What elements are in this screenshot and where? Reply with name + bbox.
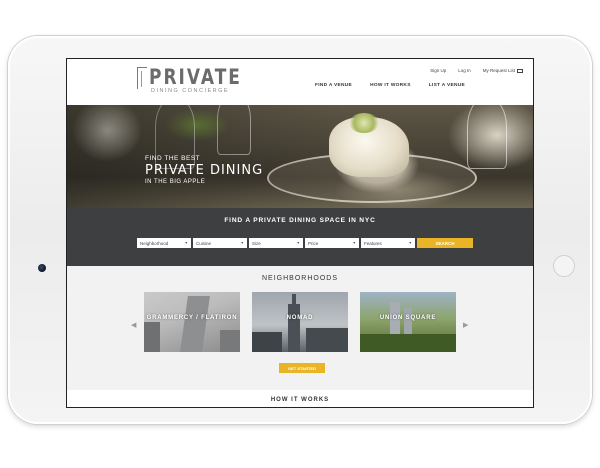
home-button[interactable] bbox=[553, 255, 575, 277]
search-title: FIND A PRIVATE DINING SPACE IN NYC bbox=[224, 217, 376, 224]
logo-title[interactable]: PRIVATE bbox=[149, 65, 242, 90]
building-image bbox=[292, 294, 296, 352]
price-select-label: Price bbox=[308, 240, 319, 246]
building-image bbox=[252, 332, 282, 352]
building-image bbox=[180, 296, 210, 352]
utility-links: Sign Up Log In My Request List bbox=[430, 68, 523, 73]
hero-overlay bbox=[67, 105, 533, 208]
neighborhood-select-label: Neighborhood bbox=[140, 240, 169, 246]
hero-kicker: FIND THE BEST bbox=[145, 155, 201, 162]
card-label: UNION SQUARE bbox=[379, 315, 437, 321]
login-link[interactable]: Log In bbox=[458, 68, 471, 73]
neighborhood-select[interactable]: Neighborhood ▼ bbox=[137, 238, 191, 248]
neighborhood-card-grammercy[interactable]: GRAMMERCY / FLATIRON bbox=[144, 292, 240, 352]
request-list-link[interactable]: My Request List bbox=[483, 68, 523, 73]
neighborhoods-section: NEIGHBORHOODS ◀ ▶ GRAMMERCY / FLATIRON N… bbox=[67, 266, 533, 390]
tablet-screen: PRIVATE DINING CONCIERGE Sign Up Log In … bbox=[66, 58, 534, 408]
request-list-label: My Request List bbox=[482, 68, 515, 73]
site-header: PRIVATE DINING CONCIERGE Sign Up Log In … bbox=[67, 59, 533, 105]
features-select-label: Features bbox=[364, 240, 382, 246]
chevron-left-icon[interactable]: ◀ bbox=[131, 321, 136, 329]
building-image bbox=[306, 328, 348, 352]
chevron-down-icon: ▼ bbox=[296, 241, 300, 245]
building-image bbox=[144, 322, 160, 352]
search-section: FIND A PRIVATE DINING SPACE IN NYC Neigh… bbox=[67, 208, 533, 266]
hero-headline: PRIVATE DINING bbox=[145, 163, 264, 178]
how-it-works-section: HOW IT WORKS bbox=[67, 390, 533, 407]
hero-copy: FIND THE BEST PRIVATE DINING IN THE BIG … bbox=[145, 155, 263, 185]
envelope-icon bbox=[517, 68, 523, 73]
signup-link[interactable]: Sign Up bbox=[430, 68, 446, 73]
hero-tagline: IN THE BIG APPLE bbox=[145, 179, 206, 185]
nav-find-venue[interactable]: FIND A VENUE bbox=[315, 83, 352, 88]
features-select[interactable]: Features ▼ bbox=[361, 238, 415, 248]
chevron-down-icon: ▼ bbox=[408, 241, 412, 245]
hero-banner: FIND THE BEST PRIVATE DINING IN THE BIG … bbox=[67, 105, 533, 208]
cuisine-select[interactable]: Cuisine ▼ bbox=[193, 238, 247, 248]
neighborhoods-title: NEIGHBORHOODS bbox=[261, 275, 338, 282]
nav-how-it-works[interactable]: HOW IT WORKS bbox=[370, 83, 411, 88]
chevron-down-icon: ▼ bbox=[184, 241, 188, 245]
search-button[interactable]: SEARCH bbox=[417, 238, 473, 248]
camera-icon bbox=[38, 264, 46, 272]
card-label: NOMAD bbox=[286, 315, 314, 321]
size-select-label: Size bbox=[252, 240, 261, 246]
neighborhood-card-nomad[interactable]: NOMAD bbox=[252, 292, 348, 352]
logo-subtitle: DINING CONCIERGE bbox=[151, 88, 230, 94]
page: PRIVATE DINING CONCIERGE Sign Up Log In … bbox=[0, 0, 600, 468]
chevron-right-icon[interactable]: ▶ bbox=[463, 321, 468, 329]
cuisine-select-label: Cuisine bbox=[196, 240, 212, 246]
chevron-down-icon: ▼ bbox=[240, 241, 244, 245]
search-form: Neighborhood ▼ Cuisine ▼ Size ▼ Price ▼ Feat… bbox=[137, 238, 473, 248]
nav-list-venue[interactable]: LIST A VENUE bbox=[429, 83, 465, 88]
size-select[interactable]: Size ▼ bbox=[249, 238, 303, 248]
logo-icon[interactable] bbox=[137, 67, 147, 89]
main-nav: FIND A VENUE HOW IT WORKS LIST A VENUE bbox=[315, 83, 465, 88]
get-started-button[interactable]: GET STARTED bbox=[279, 363, 325, 373]
how-it-works-title: HOW IT WORKS bbox=[270, 397, 330, 403]
building-image bbox=[220, 330, 240, 352]
card-label: GRAMMERCY / FLATIRON bbox=[146, 315, 238, 321]
price-select[interactable]: Price ▼ bbox=[305, 238, 359, 248]
park-image bbox=[360, 334, 456, 352]
neighborhood-card-union-square[interactable]: UNION SQUARE bbox=[360, 292, 456, 352]
chevron-down-icon: ▼ bbox=[352, 241, 356, 245]
